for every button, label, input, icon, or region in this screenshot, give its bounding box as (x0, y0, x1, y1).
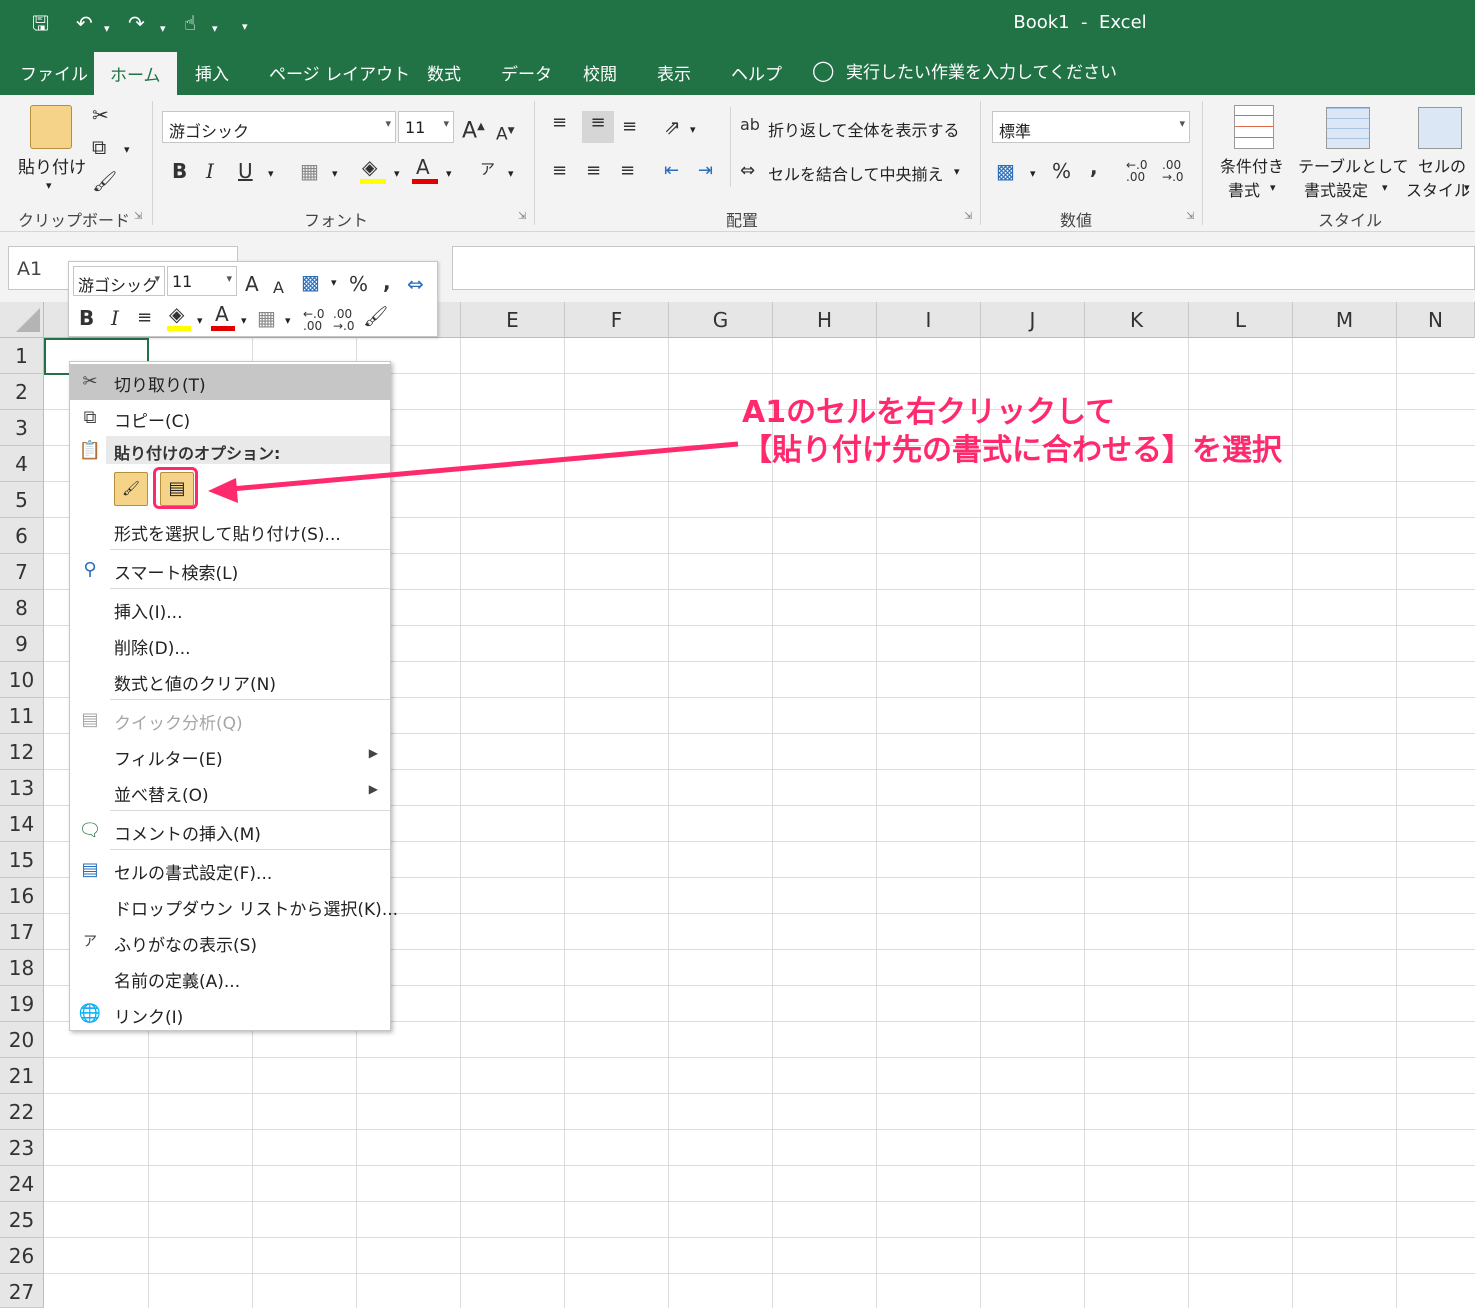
annotation-line-1: A1のセルを右クリックして (742, 395, 1116, 430)
annotation-line-2: 【貼り付け先の書式に合わせる】を選択 (742, 433, 1282, 468)
annotation-arrow-icon (208, 441, 739, 503)
annotation-text: A1のセルを右クリックして 【貼り付け先の書式に合わせる】を選択 (742, 394, 1282, 470)
